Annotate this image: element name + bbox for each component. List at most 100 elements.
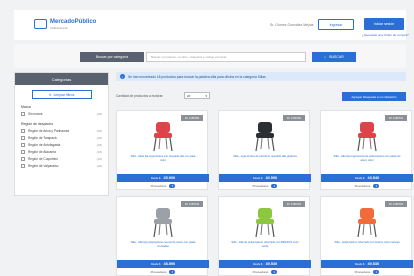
filter-option[interactable]: Región de Coquimbo (18)	[21, 157, 102, 161]
search-button[interactable]: ⌕ BUSCAR	[312, 52, 356, 62]
chevron-down-icon: ▾	[205, 93, 207, 98]
category-dropdown[interactable]: Buscar por categoría	[80, 52, 144, 62]
price-bar[interactable]: Desde $ 25.900	[117, 174, 209, 182]
price-value: 49.530	[265, 262, 278, 266]
product-card[interactable]: ID: 1456792 Silla - silla fija polipropi…	[116, 196, 209, 276]
product-description[interactable]: Silla - silla fija ergonómica de polipro…	[333, 155, 401, 162]
product-id-badge: ID: 1456791	[385, 115, 407, 121]
page: MercadoPúblico ChileCompra Sr. Gómez Gon…	[0, 0, 414, 276]
filter-option[interactable]: Sin marca (18)	[21, 112, 102, 116]
logo-text: MercadoPúblico	[50, 19, 97, 25]
providers-row[interactable]: Proveedores 4	[219, 270, 311, 274]
page-size-value: 20	[187, 93, 191, 98]
product-card[interactable]: ID: 1456790 Silla - ergonómica de escrit…	[218, 110, 311, 190]
providers-label: Proveedores	[354, 184, 371, 188]
chair-image[interactable]	[143, 205, 183, 239]
filter-option[interactable]: Región de Arica y Parinacota (18)	[21, 129, 102, 133]
providers-count-badge: 4	[271, 270, 278, 274]
price-value: 49.530	[367, 262, 380, 266]
price-label: Desde $	[252, 176, 263, 180]
checkbox[interactable]	[21, 164, 25, 168]
product-card[interactable]: ID: 1456794 Silla - polipropileno reforz…	[320, 196, 413, 276]
price-value: 43.540	[367, 176, 380, 180]
filter-option[interactable]: Región de Tarapacá (18)	[21, 136, 102, 140]
providers-label: Proveedores	[150, 184, 167, 188]
page-size-select[interactable]: 20 ▾	[184, 92, 210, 99]
product-id-badge: ID: 1456794	[385, 201, 407, 207]
price-bar[interactable]: Desde $ 49.530	[321, 260, 413, 268]
checkbox[interactable]	[21, 112, 25, 116]
providers-count-badge: 6	[373, 184, 380, 188]
filter-count: (18)	[96, 136, 102, 140]
product-card[interactable]: ID: 1456793 Silla - silla de polipropile…	[218, 196, 311, 276]
product-id-badge: ID: 1456790	[283, 115, 305, 121]
providers-row[interactable]: Proveedores 4	[219, 184, 311, 188]
providers-row[interactable]: Proveedores 6	[321, 184, 413, 188]
chair-image[interactable]	[143, 119, 183, 153]
price-label: Desde $	[354, 262, 365, 266]
search-input[interactable]: Buscar el producto, nombre, categoría o …	[146, 52, 306, 62]
add-to-quote-button[interactable]: Agregar búsqueda a mi cotización	[342, 92, 406, 101]
filter-count: (18)	[96, 157, 102, 161]
price-value: 48.590	[163, 262, 176, 266]
product-description[interactable]: Silla - sillas fija ergonómica con respa…	[129, 155, 197, 162]
logo[interactable]: MercadoPúblico ChileCompra	[34, 17, 96, 31]
session-button[interactable]: Iniciar sesión	[364, 18, 404, 30]
chair-image[interactable]	[347, 119, 387, 153]
clear-filters-label: Limpiar filtros	[53, 92, 75, 97]
price-value: 40.590	[265, 176, 278, 180]
checkbox[interactable]	[21, 143, 25, 147]
product-description[interactable]: Silla - silla de polipropileno reforzado…	[231, 241, 299, 248]
search-bar: Buscar por categoría Buscar el producto,…	[14, 44, 406, 68]
filter-option[interactable]: Región de Valparaíso (18)	[21, 164, 102, 168]
header: MercadoPúblico ChileCompra Sr. Gómez Gon…	[14, 10, 409, 40]
filter-section-marca: Marca Sin marca (18)	[21, 105, 102, 116]
logo-icon	[34, 19, 47, 29]
search-button-label: BUSCAR	[329, 55, 344, 59]
product-card[interactable]: ID: 1456789 Silla - sillas fija ergonómi…	[116, 110, 209, 190]
user-name: Sr. Gómez González Mejías	[270, 23, 314, 27]
close-icon: ✕	[48, 92, 52, 97]
price-label: Desde $	[150, 176, 161, 180]
providers-row[interactable]: Proveedores 5	[117, 184, 209, 188]
providers-count-badge: 2	[373, 270, 380, 274]
filter-count: (18)	[96, 129, 102, 133]
providers-label: Proveedores	[252, 184, 269, 188]
product-description[interactable]: Silla - silla fija polipropileno cuerpo …	[129, 241, 197, 248]
login-button[interactable]: Ingresar	[318, 19, 354, 30]
chair-image[interactable]	[347, 205, 387, 239]
checkbox[interactable]	[21, 157, 25, 161]
price-bar[interactable]: Desde $ 49.530	[219, 260, 311, 268]
product-id-badge: ID: 1456793	[283, 201, 305, 207]
filter-option[interactable]: Región de Atacama (18)	[21, 150, 102, 154]
providers-count-badge: 3	[169, 270, 176, 274]
filter-option[interactable]: Región de Antofagasta (18)	[21, 143, 102, 147]
product-id-badge: ID: 1456792	[181, 201, 203, 207]
filter-section-region: Región de despacho Región de Arica y Par…	[21, 122, 102, 168]
providers-row[interactable]: Proveedores 2	[321, 270, 413, 274]
section-title: Marca	[21, 105, 31, 109]
product-id-badge: ID: 1456789	[181, 115, 203, 121]
checkbox[interactable]	[21, 150, 25, 154]
filter-label: Región de Arica y Parinacota	[28, 129, 70, 133]
logo-subtext: ChileCompra	[50, 26, 68, 30]
clear-filters-button[interactable]: ✕ Limpiar filtros	[31, 90, 92, 99]
price-label: Desde $	[252, 262, 263, 266]
price-bar[interactable]: Desde $ 48.590	[117, 260, 209, 268]
help-link[interactable]: ¿Necesitas una Orden de compra?	[362, 33, 409, 37]
chair-image[interactable]	[245, 205, 285, 239]
providers-row[interactable]: Proveedores 3	[117, 270, 209, 274]
filter-count: (18)	[96, 112, 102, 116]
price-label: Desde $	[150, 262, 161, 266]
chair-image[interactable]	[245, 119, 285, 153]
filter-label: Región de Valparaíso	[28, 164, 59, 168]
price-bar[interactable]: Desde $ 43.540	[321, 174, 413, 182]
checkbox[interactable]	[21, 129, 25, 133]
price-bar[interactable]: Desde $ 40.590	[219, 174, 311, 182]
checkbox[interactable]	[21, 136, 25, 140]
filter-label: Sin marca	[28, 112, 43, 116]
product-description[interactable]: Silla - polipropileno reforzado con braz…	[333, 241, 401, 245]
product-card[interactable]: ID: 1456791 Silla - silla fija ergonómic…	[320, 110, 413, 190]
product-description[interactable]: Silla - ergonómica de escritorio respald…	[231, 155, 299, 159]
providers-label: Proveedores	[150, 270, 167, 274]
